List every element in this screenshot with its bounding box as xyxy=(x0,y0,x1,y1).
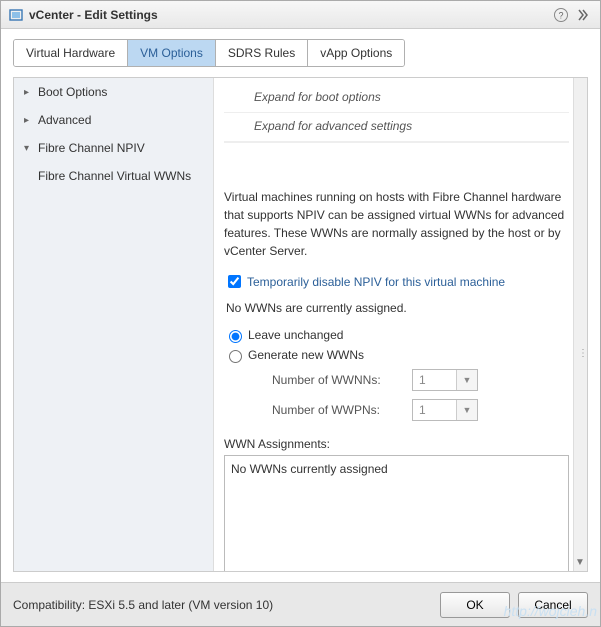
npiv-description: Virtual machines running on hosts with F… xyxy=(224,170,569,270)
dialog-footer: Compatibility: ESXi 5.5 and later (VM ve… xyxy=(1,582,600,626)
radio-generate-label: Generate new WWNs xyxy=(248,348,364,362)
tree-label: Fibre Channel NPIV xyxy=(38,141,145,155)
detail-inner: Expand for boot options Expand for advan… xyxy=(214,78,587,571)
caret-right-icon: ▸ xyxy=(24,87,34,98)
titlebar: vCenter - Edit Settings ? xyxy=(1,1,600,29)
content-area: ▸ Boot Options ▸ Advanced ▾ Fibre Channe… xyxy=(13,77,588,572)
tab-vm-options[interactable]: VM Options xyxy=(128,40,216,66)
radio-generate-new[interactable] xyxy=(229,350,242,363)
radio-leave-row: Leave unchanged xyxy=(224,325,569,345)
caret-right-icon: ▸ xyxy=(24,115,34,126)
npiv-header-space xyxy=(224,142,569,170)
wwnn-value: 1 xyxy=(413,370,457,390)
advanced-hint: Expand for advanced settings xyxy=(224,113,569,142)
detail-pane: ▲ Expand for boot options Expand for adv… xyxy=(214,78,587,571)
boot-hint: Expand for boot options xyxy=(224,84,569,113)
wwn-assignments-box[interactable]: No WWNs currently assigned xyxy=(224,455,569,571)
dialog-body: Virtual Hardware VM Options SDRS Rules v… xyxy=(1,29,600,582)
tree-label: Advanced xyxy=(38,113,91,127)
disable-npiv-checkbox[interactable] xyxy=(228,275,241,288)
drag-handle-icon[interactable]: ⋮⋮ xyxy=(578,348,587,359)
caret-down-icon: ▾ xyxy=(24,143,34,154)
compatibility-text: Compatibility: ESXi 5.5 and later (VM ve… xyxy=(13,598,432,612)
wwpn-row: Number of WWPNs: 1 ▼ xyxy=(224,395,569,425)
disable-npiv-row: Temporarily disable NPIV for this virtua… xyxy=(224,270,569,297)
svg-text:?: ? xyxy=(558,10,563,20)
wwpn-label: Number of WWPNs: xyxy=(272,403,412,417)
tree-fibre-channel-virtual-wwns[interactable]: Fibre Channel Virtual WWNs xyxy=(14,162,213,190)
expand-icon[interactable] xyxy=(574,6,592,24)
chevron-down-icon[interactable]: ▼ xyxy=(457,370,477,390)
window-title: vCenter - Edit Settings xyxy=(29,8,548,22)
wwnn-row: Number of WWNNs: 1 ▼ xyxy=(224,365,569,395)
tree-fibre-channel-npiv[interactable]: ▾ Fibre Channel NPIV xyxy=(14,134,213,162)
wwpn-spinner[interactable]: 1 ▼ xyxy=(412,399,478,421)
wwnn-spinner[interactable]: 1 ▼ xyxy=(412,369,478,391)
radio-generate-row: Generate new WWNs xyxy=(224,345,569,365)
wwn-assignments-label: WWN Assignments: xyxy=(224,425,569,455)
settings-tree: ▸ Boot Options ▸ Advanced ▾ Fibre Channe… xyxy=(14,78,214,571)
cancel-button[interactable]: Cancel xyxy=(518,592,588,618)
scroll-down-icon[interactable]: ▼ xyxy=(574,557,586,569)
edit-settings-dialog: vCenter - Edit Settings ? Virtual Hardwa… xyxy=(0,0,601,627)
app-icon xyxy=(9,8,23,22)
wwn-status: No WWNs are currently assigned. xyxy=(224,297,569,325)
tree-boot-options[interactable]: ▸ Boot Options xyxy=(14,78,213,106)
tree-label: Fibre Channel Virtual WWNs xyxy=(38,169,191,183)
wwnn-label: Number of WWNNs: xyxy=(272,373,412,387)
radio-leave-unchanged[interactable] xyxy=(229,330,242,343)
scrollbar[interactable] xyxy=(573,78,587,571)
disable-npiv-label: Temporarily disable NPIV for this virtua… xyxy=(247,275,505,289)
tab-virtual-hardware[interactable]: Virtual Hardware xyxy=(14,40,128,66)
radio-leave-label: Leave unchanged xyxy=(248,328,343,342)
tree-label: Boot Options xyxy=(38,85,107,99)
chevron-down-icon[interactable]: ▼ xyxy=(457,400,477,420)
help-icon[interactable]: ? xyxy=(552,6,570,24)
tree-advanced[interactable]: ▸ Advanced xyxy=(14,106,213,134)
tab-bar: Virtual Hardware VM Options SDRS Rules v… xyxy=(13,39,405,67)
tab-sdrs-rules[interactable]: SDRS Rules xyxy=(216,40,308,66)
tab-vapp-options[interactable]: vApp Options xyxy=(308,40,404,66)
wwn-assignments-text: No WWNs currently assigned xyxy=(231,462,388,476)
wwpn-value: 1 xyxy=(413,400,457,420)
ok-button[interactable]: OK xyxy=(440,592,510,618)
